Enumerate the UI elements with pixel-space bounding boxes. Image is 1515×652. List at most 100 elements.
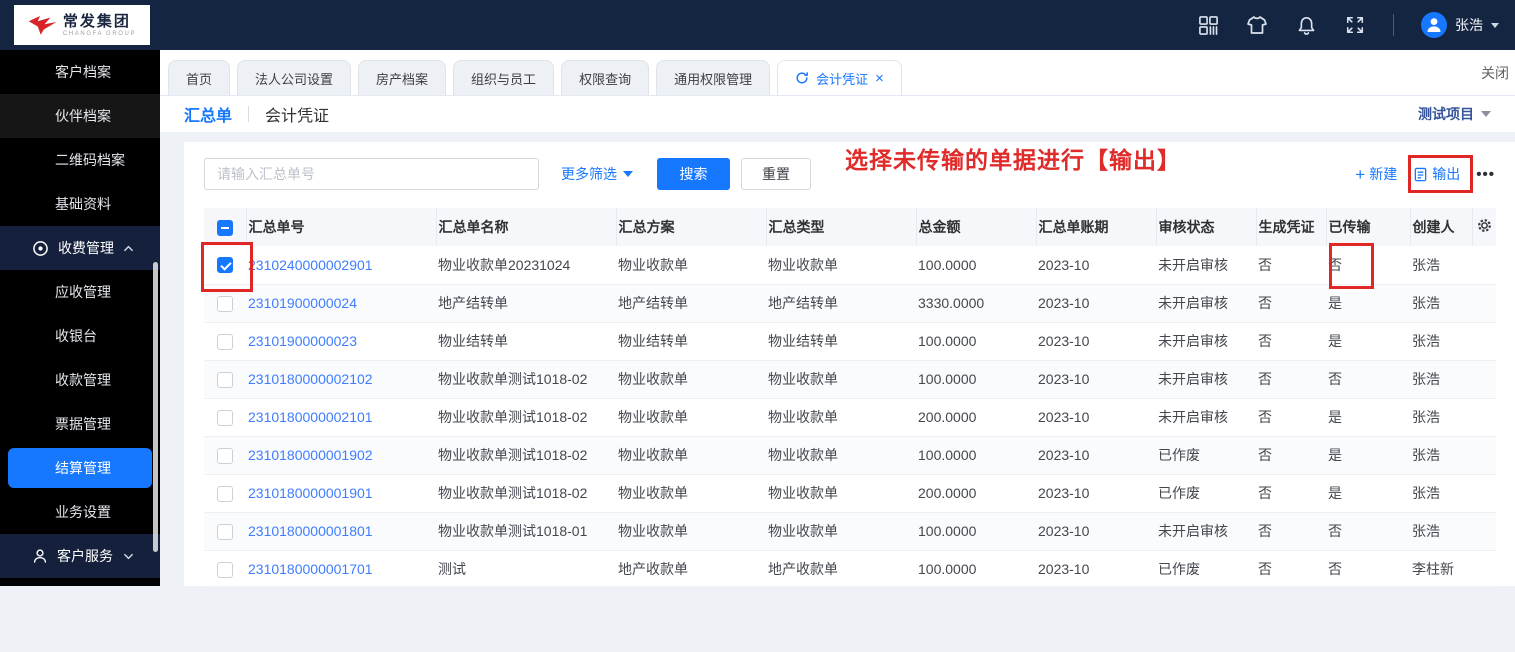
fullscreen-icon[interactable] <box>1344 14 1366 36</box>
cell-plan: 物业收款单 <box>616 246 766 285</box>
cell-no: 2310180000001801 <box>246 512 436 551</box>
sidebar-item-4[interactable]: 收费管理 <box>0 226 160 270</box>
row-checkbox[interactable] <box>217 561 233 578</box>
sidebar-item-8[interactable]: 票据管理 <box>0 402 160 446</box>
cell-transmitted: 是 <box>1326 474 1410 513</box>
sidebar-item-9[interactable]: 结算管理 <box>8 448 152 488</box>
summary-no-link[interactable]: 2310180000002102 <box>248 371 373 387</box>
summary-no-link[interactable]: 2310180000002101 <box>248 409 373 425</box>
apps-icon[interactable] <box>1197 14 1219 36</box>
row-checkbox[interactable] <box>217 523 233 540</box>
more-filters-button[interactable]: 更多筛选 <box>561 164 633 184</box>
tshirt-icon[interactable] <box>1246 14 1268 36</box>
reset-button[interactable]: 重置 <box>741 158 811 190</box>
tab-6[interactable]: 会计凭证 × <box>777 60 902 95</box>
sidebar-item-label: 结算管理 <box>55 460 111 476</box>
cell-voucher: 否 <box>1256 512 1326 551</box>
sidebar-item-11[interactable]: 客户服务 <box>0 534 160 578</box>
summary-no-link[interactable]: 2310180000001901 <box>248 485 373 501</box>
avatar[interactable] <box>1421 12 1447 38</box>
table-row: 2310180000001901 物业收款单测试1018-02 物业收款单 物业收款单… <box>204 474 1496 513</box>
tab-label: 房产档案 <box>376 71 429 87</box>
summary-no-link[interactable]: 2310180000001701 <box>248 561 373 577</box>
summary-no-link[interactable]: 23101900000024 <box>248 295 357 311</box>
row-checkbox[interactable] <box>217 333 233 350</box>
content-card: 更多筛选 搜索 重置 + 新建 输出 <box>184 142 1515 589</box>
row-end-cell <box>1472 398 1496 437</box>
cell-voucher: 否 <box>1256 360 1326 399</box>
username: 张浩 <box>1455 17 1483 33</box>
cell-transmitted: 是 <box>1326 322 1410 361</box>
close-all-tabs-button[interactable]: 关闭 <box>1481 50 1509 96</box>
row-checkbox[interactable] <box>217 447 233 464</box>
row-end-cell <box>1472 360 1496 399</box>
summary-no-link[interactable]: 2310180000001902 <box>248 447 373 463</box>
sidebar-item-5[interactable]: 应收管理 <box>0 270 160 314</box>
tab-1[interactable]: 法人公司设置 <box>237 60 352 95</box>
page-header: 汇总单 会计凭证 测试项目 <box>160 96 1515 132</box>
summary-no-link[interactable]: 23101900000023 <box>248 333 357 349</box>
export-button[interactable]: 输出 <box>1413 164 1460 184</box>
tab-4[interactable]: 权限查询 <box>561 60 650 95</box>
bell-icon[interactable] <box>1295 14 1317 36</box>
tab-close-icon[interactable]: × <box>875 71 884 86</box>
sidebar-item-3[interactable]: 基础资料 <box>0 182 160 226</box>
row-checkbox[interactable] <box>217 295 233 312</box>
cell-period: 2023-10 <box>1036 474 1156 513</box>
tab-0[interactable]: 首页 <box>168 60 231 95</box>
sidebar-item-0[interactable]: 客户档案 <box>0 50 160 94</box>
search-button[interactable]: 搜索 <box>657 158 730 190</box>
project-selector[interactable]: 测试项目 <box>1418 104 1491 124</box>
cell-type: 物业收款单 <box>766 512 916 551</box>
user-menu[interactable]: 张浩 <box>1421 12 1499 38</box>
row-checkbox[interactable] <box>217 485 233 502</box>
cell-audit: 未开启审核 <box>1156 512 1256 551</box>
sidebar-item-7[interactable]: 收款管理 <box>0 358 160 402</box>
cell-voucher: 否 <box>1256 550 1326 589</box>
summary-no-link[interactable]: 2310240000002901 <box>248 257 373 273</box>
page-tab-voucher[interactable]: 会计凭证 <box>265 102 329 126</box>
cell-amount: 100.0000 <box>916 512 1036 551</box>
cell-period: 2023-10 <box>1036 512 1156 551</box>
sidebar-item-6[interactable]: 收银台 <box>0 314 160 358</box>
row-checkbox[interactable] <box>217 371 233 388</box>
tab-3[interactable]: 组织与员工 <box>453 60 555 95</box>
sidebar-item-label: 收银台 <box>55 328 97 344</box>
tab-5[interactable]: 通用权限管理 <box>656 60 771 95</box>
main-area: 首页 法人公司设置 房产档案 组织与员工 权限查询 通用权限管理 会计凭证 × 关闭 汇总单 … <box>160 50 1515 589</box>
cell-no: 2310180000001701 <box>246 550 436 589</box>
sidebar-item-2[interactable]: 二维码档案 <box>0 138 160 182</box>
ellipsis-icon[interactable]: ••• <box>1476 166 1495 183</box>
cell-plan: 物业结转单 <box>616 322 766 361</box>
select-all-checkbox[interactable] <box>216 219 233 236</box>
refresh-icon[interactable] <box>795 71 809 85</box>
row-select-cell <box>204 436 246 475</box>
page-tab-summary[interactable]: 汇总单 <box>184 102 232 126</box>
summary-no-link[interactable]: 2310180000001801 <box>248 523 373 539</box>
sidebar-item-1[interactable]: 伙伴档案 <box>0 94 160 138</box>
tab-bar: 首页 法人公司设置 房产档案 组织与员工 权限查询 通用权限管理 会计凭证 × 关闭 <box>160 50 1515 96</box>
column-settings-button[interactable] <box>1472 208 1496 246</box>
row-select-cell <box>204 322 246 361</box>
cell-voucher: 否 <box>1256 246 1326 285</box>
summary-no-input[interactable] <box>204 158 539 190</box>
cell-name: 测试 <box>436 550 616 589</box>
cell-audit: 未开启审核 <box>1156 322 1256 361</box>
cell-creator: 李柱新 <box>1410 550 1472 589</box>
cell-transmitted: 否 <box>1326 512 1410 551</box>
cell-amount: 100.0000 <box>916 246 1036 285</box>
sidebar-scrollbar[interactable] <box>153 262 158 552</box>
cell-name: 物业收款单测试1018-02 <box>436 474 616 513</box>
cell-amount: 100.0000 <box>916 550 1036 589</box>
target-icon <box>32 240 49 257</box>
sidebar-item-label: 收费管理 <box>58 240 114 256</box>
sidebar-item-label: 二维码档案 <box>55 152 125 168</box>
cell-no: 23101900000023 <box>246 322 436 361</box>
tab-2[interactable]: 房产档案 <box>358 60 447 95</box>
row-select-cell <box>204 284 246 323</box>
row-checkbox[interactable] <box>217 409 233 426</box>
table-row: 2310180000002102 物业收款单测试1018-02 物业收款单 物业收款单… <box>204 360 1496 399</box>
row-checkbox[interactable] <box>217 257 233 274</box>
sidebar-item-10[interactable]: 业务设置 <box>0 490 160 534</box>
new-button[interactable]: + 新建 <box>1355 164 1397 184</box>
